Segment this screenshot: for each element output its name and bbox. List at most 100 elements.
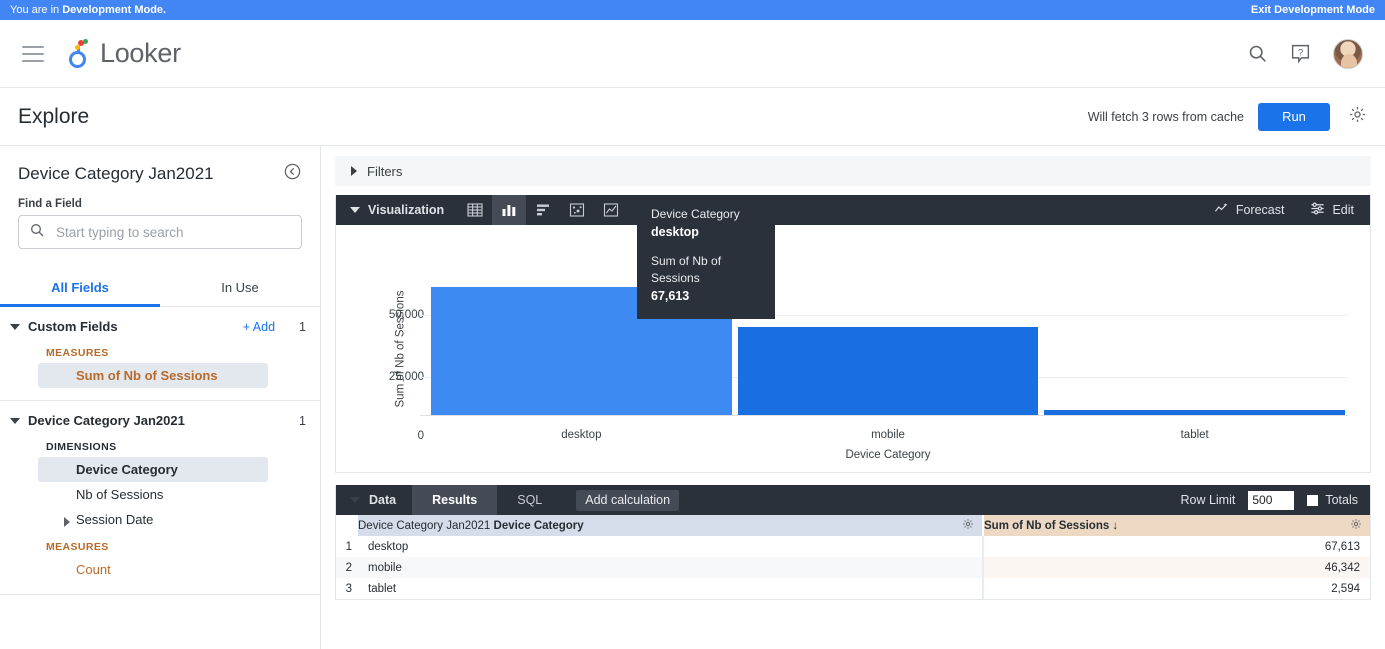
explore-name-title: Device Category Jan2021 <box>18 164 214 183</box>
cell-dimension[interactable]: mobile <box>358 557 984 578</box>
results-table-header: Device Category Jan2021 Device Category … <box>336 515 1370 536</box>
cell-dimension[interactable]: desktop <box>358 536 984 557</box>
filters-section[interactable]: Filters <box>335 156 1371 186</box>
hamburger-icon[interactable] <box>22 45 44 62</box>
column-field-name: Sum of Nb of Sessions ↓ <box>984 519 1119 532</box>
field-group-label: Device Category Jan2021 <box>28 413 185 428</box>
column-header-device-category[interactable]: Device Category Jan2021 Device Category <box>358 515 984 536</box>
section-heading-measures: MEASURES <box>46 347 109 359</box>
scatter-plot-icon[interactable] <box>560 195 594 225</box>
collapse-left-icon[interactable] <box>283 162 302 186</box>
line-chart-icon[interactable] <box>594 195 628 225</box>
tab-all-fields[interactable]: All Fields <box>0 271 160 307</box>
plot-area: desktop mobile tablet Device Category <box>420 237 1348 461</box>
exit-development-mode-link[interactable]: Exit Development Mode <box>1251 0 1375 20</box>
field-group-label: Custom Fields <box>28 319 118 334</box>
table-viz-icon[interactable] <box>458 195 492 225</box>
tooltip-measure-value: 67,613 <box>651 289 690 304</box>
table-header-row: Device Category Jan2021 Device Category … <box>336 515 1370 536</box>
looker-mark-icon <box>66 38 93 69</box>
search-icon <box>29 222 45 243</box>
data-panel: Data Results SQL Add calculation Row Lim… <box>335 485 1371 600</box>
bar-chart[interactable]: Sum of Nb of Sessions 50,000 25,000 0 de… <box>336 195 1370 472</box>
chevron-down-icon[interactable] <box>350 207 360 213</box>
explore-header: Explore Will fetch 3 rows from cache Run <box>0 88 1385 146</box>
field-group-header[interactable]: Device Category Jan2021 1 <box>0 409 320 432</box>
looker-logo[interactable]: Looker <box>66 38 181 69</box>
svg-text:?: ? <box>1298 47 1303 58</box>
chart-tooltip: Device Category desktop Sum of Nb of Ses… <box>637 195 775 320</box>
chevron-down-icon[interactable] <box>10 417 20 424</box>
data-section-toggle[interactable]: Data <box>336 493 412 507</box>
find-a-field-label: Find a Field <box>18 198 82 210</box>
section-heading-dimensions: DIMENSIONS <box>46 441 117 453</box>
avatar[interactable] <box>1333 38 1363 69</box>
viz-toolbar-right: Forecast Edit <box>1214 201 1360 219</box>
x-tick-label: desktop <box>561 429 602 441</box>
run-button[interactable]: Run <box>1258 102 1330 131</box>
add-custom-field-button[interactable]: + Add <box>243 320 275 334</box>
chevron-right-icon[interactable] <box>351 166 357 176</box>
edit-label: Edit <box>1332 203 1354 217</box>
chevron-right-icon[interactable] <box>64 517 70 527</box>
bar-tablet[interactable] <box>1044 410 1345 415</box>
table-row[interactable]: 1 desktop 67,613 <box>336 536 1370 557</box>
field-sum-of-nb-of-sessions[interactable]: Sum of Nb of Sessions <box>38 363 268 388</box>
field-group-count: 1 <box>299 413 306 428</box>
cell-measure[interactable]: 67,613 <box>983 536 1370 557</box>
column-header-sum-of-nb-of-sessions[interactable]: Sum of Nb of Sessions ↓ <box>983 515 1370 536</box>
search-input[interactable] <box>54 223 291 241</box>
field-nb-of-sessions[interactable]: Nb of Sessions <box>38 482 268 507</box>
bar-group-mobile[interactable]: mobile <box>735 237 1042 441</box>
field-session-date[interactable]: Session Date <box>38 507 268 532</box>
edit-settings-icon <box>1310 201 1325 219</box>
tab-results[interactable]: Results <box>412 485 498 515</box>
table-row[interactable]: 3 tablet 2,594 <box>336 578 1370 599</box>
bar-mobile[interactable] <box>737 326 1039 415</box>
row-limit-input[interactable] <box>1248 490 1295 510</box>
row-limit-label: Row Limit <box>1180 493 1236 507</box>
bar-chart-icon[interactable] <box>526 195 560 225</box>
column-gear-icon[interactable] <box>962 518 974 533</box>
field-device-category[interactable]: Device Category <box>38 457 268 482</box>
chevron-down-icon[interactable] <box>350 497 360 503</box>
field-group-custom-fields: Custom Fields + Add 1 MEASURES Sum of Nb… <box>0 307 320 401</box>
cell-dimension[interactable]: tablet <box>358 578 984 599</box>
tab-in-use[interactable]: In Use <box>160 271 320 306</box>
visualization-label: Visualization <box>368 203 445 217</box>
field-count[interactable]: Count <box>38 557 268 582</box>
field-group-device-category-jan2021: Device Category Jan2021 1 DIMENSIONS Dev… <box>0 401 320 595</box>
forecast-button[interactable]: Forecast <box>1214 201 1285 219</box>
forecast-label: Forecast <box>1235 203 1285 217</box>
help-icon[interactable]: ? <box>1290 43 1311 64</box>
results-table: Device Category Jan2021 Device Category … <box>336 515 1370 599</box>
column-gear-icon[interactable] <box>1350 518 1362 533</box>
edit-visualization-button[interactable]: Edit <box>1310 201 1354 219</box>
visualization-section-toggle[interactable]: Visualization <box>350 203 444 217</box>
y-tick-label: 50,000 <box>388 309 424 321</box>
fetch-status-text: Will fetch 3 rows from cache <box>1087 109 1244 124</box>
search-icon[interactable] <box>1247 43 1268 64</box>
totals-toggle[interactable]: Totals <box>1307 493 1358 507</box>
cell-measure[interactable]: 46,342 <box>983 557 1370 578</box>
totals-checkbox[interactable] <box>1307 494 1319 506</box>
gear-icon[interactable] <box>1348 105 1367 129</box>
page-title: Explore <box>18 104 90 128</box>
add-calculation-button[interactable]: Add calculation <box>576 489 680 511</box>
cell-measure[interactable]: 2,594 <box>983 578 1370 599</box>
totals-label: Totals <box>1325 493 1358 507</box>
column-chart-icon[interactable] <box>492 195 527 225</box>
bar-group-tablet[interactable]: tablet <box>1041 237 1348 441</box>
field-label: Session Date <box>76 512 154 527</box>
bars-container: desktop mobile tablet <box>428 237 1348 441</box>
search-field-wrapper[interactable] <box>18 215 302 249</box>
table-row[interactable]: 2 mobile 46,342 <box>336 557 1370 578</box>
tab-sql[interactable]: SQL <box>497 485 562 515</box>
field-group-header[interactable]: Custom Fields + Add 1 <box>0 315 320 338</box>
tooltip-dimension-value: desktop <box>651 225 699 240</box>
y-tick-label: 25,000 <box>388 371 424 383</box>
field-group-count: 1 <box>299 319 306 334</box>
section-heading-measures: MEASURES <box>46 541 109 553</box>
chevron-down-icon[interactable] <box>10 323 20 330</box>
x-axis-line <box>420 415 1348 416</box>
